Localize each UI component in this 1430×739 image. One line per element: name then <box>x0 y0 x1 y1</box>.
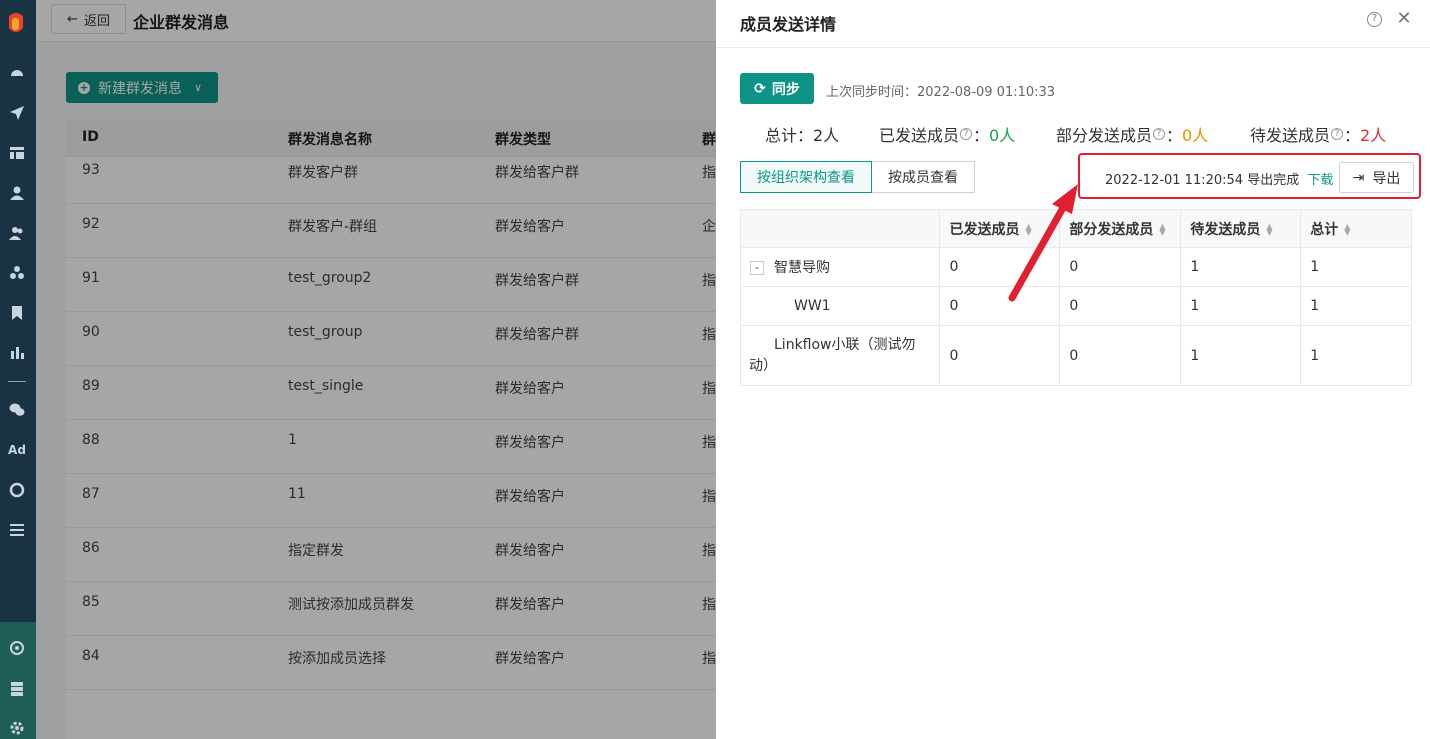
modal-overlay[interactable] <box>36 0 752 739</box>
org-name: 智慧导购 <box>774 260 830 276</box>
stat-pending-label: 待发送成员 <box>1250 126 1331 145</box>
column-header-pending[interactable]: 待发送成员 ▲ ▼ <box>1180 209 1302 248</box>
total-cell: 1 <box>1300 247 1412 287</box>
ad-icon[interactable]: Ad <box>8 441 26 459</box>
export-status-text: 2022-12-01 11:20:54 导出完成 <box>1105 173 1300 188</box>
stats-row: 总计： 2人 已发送成员 ? ： 0人 部分发送成员 ? ： 0人 待发送成员 … <box>716 122 1430 146</box>
total-cell: 1 <box>1300 325 1412 386</box>
export-status: 2022-12-01 11:20:54 导出完成 下载 <box>1105 169 1333 188</box>
refresh-icon: ⟳ <box>754 80 766 97</box>
stat-total: 总计： 2人 <box>765 122 839 146</box>
export-icon: ⇥ <box>1352 169 1365 186</box>
drawer-title: 成员发送详情 <box>740 15 837 34</box>
stat-total-label: 总计： <box>765 126 814 145</box>
view-toggle: 按组织架构查看 按成员查看 <box>740 161 975 193</box>
list-icon[interactable] <box>8 521 26 539</box>
users-icon[interactable] <box>8 224 26 242</box>
server-icon[interactable] <box>8 680 26 698</box>
download-link[interactable]: 下载 <box>1307 173 1333 188</box>
collapse-icon[interactable]: - <box>750 261 764 275</box>
close-icon[interactable]: ✕ <box>1396 10 1412 28</box>
team-icon[interactable] <box>8 639 26 657</box>
stat-partial: 部分发送成员 ? ： 0人 <box>1056 122 1208 146</box>
question-icon[interactable]: ? <box>1153 128 1166 140</box>
stat-pending: 待发送成员 ? ： 2人 <box>1250 122 1386 146</box>
pending-cell: 1 <box>1180 325 1302 386</box>
column-header <box>739 209 941 248</box>
send-icon[interactable] <box>8 104 26 122</box>
user-icon[interactable] <box>8 184 26 202</box>
member-send-detail-drawer: 成员发送详情 ? ✕ ⟳ 同步 上次同步时间：2022-08-09 01:10:… <box>716 0 1430 739</box>
total-cell: 1 <box>1300 286 1412 326</box>
bookmark-icon[interactable] <box>8 304 26 322</box>
stat-colon: ： <box>973 126 990 145</box>
tab-member-view[interactable]: 按成员查看 <box>872 161 975 193</box>
nav-bottom-panel <box>0 622 36 739</box>
stat-pending-value: 2人 <box>1360 126 1387 145</box>
group-icon[interactable] <box>8 264 26 282</box>
stat-sent: 已发送成员 ? ： 0人 <box>879 122 1015 146</box>
sort-icon[interactable]: ▲ ▼ <box>1344 222 1350 236</box>
help-icon[interactable]: ? <box>1367 12 1382 27</box>
wechat-icon[interactable] <box>8 401 26 419</box>
member-name: Linkflow小联（测试勿动） <box>739 325 941 386</box>
settings-icon[interactable] <box>8 719 26 737</box>
layout-icon[interactable] <box>8 144 26 162</box>
member-name: WW1 <box>739 286 941 326</box>
sync-label: 同步 <box>771 81 800 98</box>
column-header-label: 总计 <box>1310 221 1339 238</box>
table-row: Linkflow小联（测试勿动） 0 0 1 1 <box>739 325 1412 386</box>
drawer-header: 成员发送详情 ? ✕ <box>716 0 1430 48</box>
column-header-total[interactable]: 总计 ▲ ▼ <box>1300 209 1412 248</box>
export-label: 导出 <box>1372 170 1401 187</box>
stat-colon: ： <box>1166 126 1183 145</box>
export-button[interactable]: ⇥ 导出 <box>1339 162 1414 193</box>
stat-sent-label: 已发送成员 <box>879 126 960 145</box>
question-icon[interactable]: ? <box>1331 128 1344 140</box>
stat-partial-label: 部分发送成员 <box>1056 126 1153 145</box>
stat-sent-value: 0人 <box>989 126 1016 145</box>
stat-total-value: 2人 <box>813 126 840 145</box>
org-cell: - 智慧导购 <box>739 247 941 287</box>
sent-cell: 0 <box>939 325 1061 386</box>
analytics-icon[interactable] <box>8 481 26 499</box>
dashboard-icon[interactable] <box>8 64 26 82</box>
pending-cell: 1 <box>1180 247 1302 287</box>
pending-cell: 1 <box>1180 286 1302 326</box>
stat-colon: ： <box>1344 126 1361 145</box>
sort-icon[interactable]: ▲ ▼ <box>1159 222 1165 236</box>
export-highlight: 2022-12-01 11:20:54 导出完成 下载 ⇥ 导出 <box>1078 153 1421 199</box>
brand-logo-icon[interactable] <box>6 10 26 36</box>
main-content: ← 返回 企业群发消息 + 新建群发消息 ∨ ID 群发消息名称 群发类型 群 … <box>36 0 752 739</box>
bar-chart-icon[interactable] <box>8 344 26 362</box>
tab-org-view[interactable]: 按组织架构查看 <box>740 161 872 193</box>
column-header-label: 待发送成员 <box>1190 221 1261 238</box>
side-nav: Ad <box>0 0 36 739</box>
partial-cell: 0 <box>1059 325 1182 386</box>
sort-icon[interactable]: ▲ ▼ <box>1266 222 1272 236</box>
question-icon[interactable]: ? <box>960 128 973 140</box>
stat-partial-value: 0人 <box>1182 126 1209 145</box>
last-sync-time: 上次同步时间：2022-08-09 01:10:33 <box>826 85 1056 100</box>
sync-button[interactable]: ⟳ 同步 <box>740 73 814 104</box>
annotation-arrow-icon <box>1008 184 1078 302</box>
nav-divider <box>8 381 26 382</box>
